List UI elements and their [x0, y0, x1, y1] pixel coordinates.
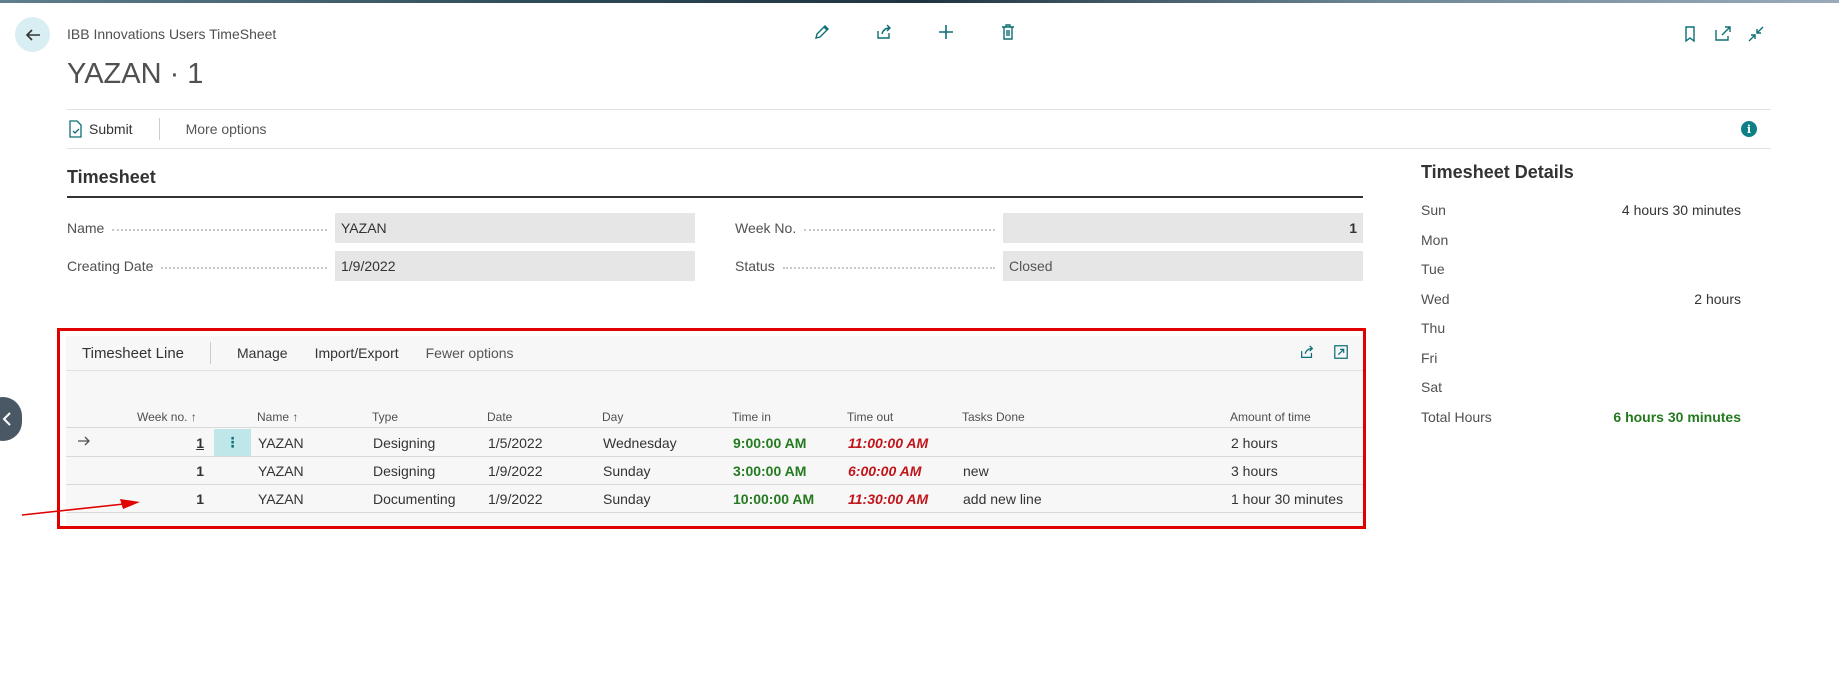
collapse-sidebar-handle[interactable]	[0, 397, 22, 441]
timesheet-section-title: Timesheet	[67, 167, 1363, 198]
timesheet-details-factbox: Timesheet Details Sun 4 hours 30 minutes …	[1421, 162, 1741, 438]
details-label: Sun	[1421, 202, 1446, 218]
share-icon[interactable]	[874, 22, 894, 42]
status-field: Status Closed	[735, 251, 1363, 281]
arrow-left-icon	[25, 28, 40, 41]
page-title: YAZAN · 1	[67, 58, 204, 90]
creating-date-value[interactable]: 1/9/2022	[335, 251, 695, 281]
annotation-arrow	[21, 499, 140, 516]
week-no-value[interactable]: 1	[1003, 213, 1363, 243]
highlight-box	[57, 328, 1366, 529]
dot-leader	[782, 266, 995, 269]
status-value[interactable]: Closed	[1003, 251, 1363, 281]
open-new-window-icon[interactable]	[1713, 24, 1733, 44]
details-value: 4 hours 30 minutes	[1621, 202, 1741, 218]
back-button[interactable]	[15, 17, 50, 52]
details-label: Sat	[1421, 379, 1443, 395]
details-label: Tue	[1421, 261, 1445, 277]
bookmark-icon[interactable]	[1680, 24, 1700, 44]
delete-icon[interactable]	[998, 22, 1018, 42]
details-row: Fri	[1421, 350, 1741, 380]
chevron-left-icon	[2, 412, 11, 426]
week-no-field: Week No. 1	[735, 213, 1363, 243]
dot-leader	[161, 266, 327, 269]
details-label: Wed	[1421, 290, 1450, 307]
action-bar: Submit More options i	[67, 109, 1771, 149]
breadcrumb: IBB Innovations Users TimeSheet	[67, 26, 277, 42]
divider	[158, 118, 160, 140]
add-icon[interactable]	[936, 22, 956, 42]
status-label: Status	[735, 258, 775, 274]
dot-leader	[804, 228, 995, 231]
more-options-button[interactable]: More options	[186, 121, 267, 137]
edit-icon[interactable]	[812, 22, 832, 42]
week-no-label: Week No.	[735, 220, 797, 236]
total-hours-value: 6 hours 30 minutes	[1613, 408, 1741, 425]
details-label: Fri	[1421, 349, 1438, 366]
details-row: Sun 4 hours 30 minutes	[1421, 202, 1741, 232]
top-banner-strip	[0, 0, 1839, 3]
details-row: Wed 2 hours	[1421, 291, 1741, 321]
window-actions	[1680, 24, 1766, 44]
details-row: Mon	[1421, 232, 1741, 262]
creating-date-label: Creating Date	[67, 258, 154, 274]
details-total-row: Total Hours 6 hours 30 minutes	[1421, 409, 1741, 439]
details-title: Timesheet Details	[1421, 162, 1574, 182]
dot-leader	[112, 228, 327, 231]
info-icon[interactable]: i	[1741, 121, 1757, 137]
submit-label: Submit	[89, 121, 133, 137]
record-actions	[812, 22, 1018, 42]
details-label: Mon	[1421, 231, 1449, 248]
name-field: Name YAZAN	[67, 213, 695, 243]
submit-button[interactable]: Submit	[67, 120, 133, 138]
details-row: Thu	[1421, 320, 1741, 350]
submit-document-icon	[69, 120, 82, 138]
details-row: Tue	[1421, 261, 1741, 291]
name-label: Name	[67, 220, 105, 236]
collapse-icon[interactable]	[1746, 24, 1766, 44]
details-label: Thu	[1421, 320, 1446, 336]
creating-date-field: Creating Date 1/9/2022	[67, 251, 695, 281]
total-hours-label: Total Hours	[1421, 408, 1492, 425]
name-value[interactable]: YAZAN	[335, 213, 695, 243]
details-value: 2 hours	[1694, 290, 1741, 307]
details-row: Sat	[1421, 379, 1741, 409]
